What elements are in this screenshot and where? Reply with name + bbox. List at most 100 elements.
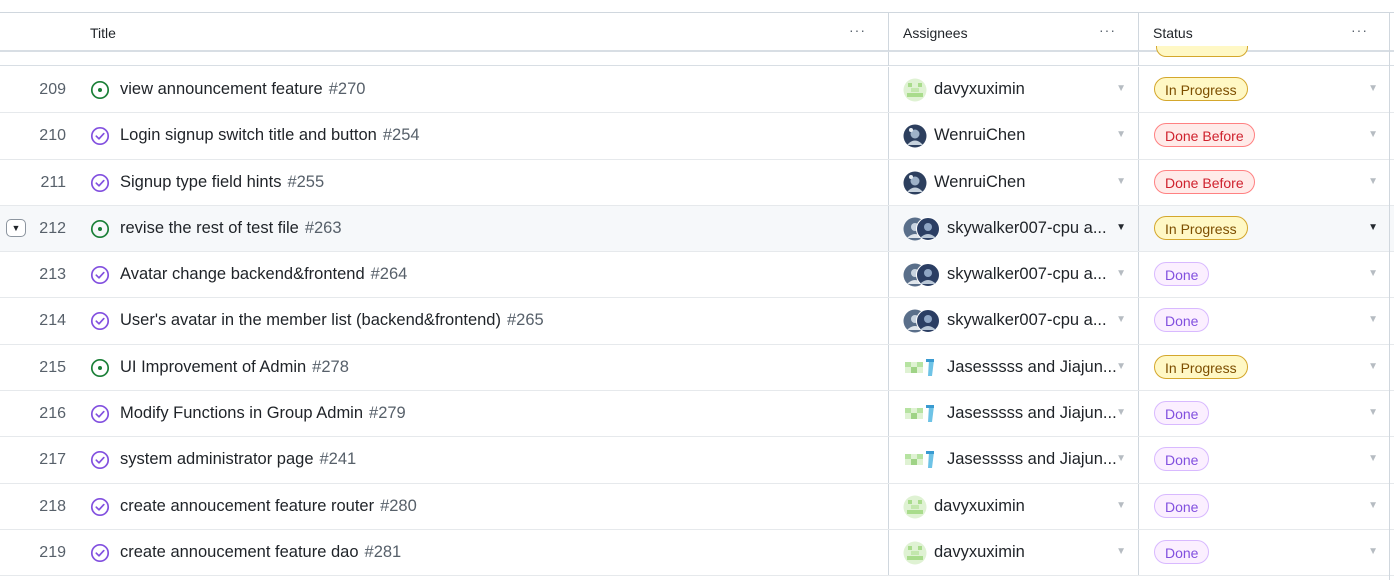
chevron-down-icon[interactable]: ▼: [1368, 546, 1378, 557]
assignees-cell[interactable]: skywalker007-cpu a... ▼: [888, 298, 1138, 344]
status-cell[interactable]: Done ▼: [1138, 391, 1390, 437]
column-menu-icon[interactable]: ···: [1099, 22, 1116, 38]
chevron-down-icon[interactable]: ▼: [1116, 407, 1126, 418]
column-header-title[interactable]: Title ···: [76, 13, 888, 51]
column-menu-icon[interactable]: ···: [849, 22, 866, 38]
row-expand-icon[interactable]: ▼: [6, 218, 26, 237]
assignees-cell[interactable]: davyxuximin ▼: [888, 529, 1138, 576]
chevron-down-icon[interactable]: ▼: [1116, 83, 1126, 94]
column-menu-icon[interactable]: ···: [1351, 22, 1368, 38]
issue-title-link[interactable]: User's avatar in the member list (backen…: [120, 311, 501, 329]
chevron-down-icon[interactable]: ▼: [1116, 222, 1126, 233]
title-cell[interactable]: User's avatar in the member list (backen…: [76, 298, 888, 343]
issue-number[interactable]: #278: [312, 358, 349, 376]
status-cell[interactable]: Done ▼: [1138, 483, 1390, 529]
chevron-down-icon[interactable]: ▼: [1368, 176, 1378, 187]
title-cell[interactable]: UI Improvement of Admin #278: [76, 345, 888, 390]
status-cell[interactable]: Done Before ▼: [1138, 113, 1390, 159]
title-cell[interactable]: revise the rest of test file #263: [76, 206, 888, 251]
table-row[interactable]: 217 system administrator page #241 Jasessss…: [0, 437, 1394, 484]
issue-number[interactable]: #270: [329, 80, 366, 98]
chevron-down-icon[interactable]: ▼: [1368, 453, 1378, 464]
title-cell[interactable]: create annoucement feature router #280: [76, 484, 888, 529]
title-cell[interactable]: Avatar change backend&frontend #264: [76, 252, 888, 297]
status-cell[interactable]: In Progress ▼: [1138, 344, 1390, 391]
chevron-down-icon[interactable]: ▼: [1116, 314, 1126, 325]
issue-number[interactable]: #280: [380, 497, 417, 515]
status-cell[interactable]: Done ▼: [1138, 529, 1390, 576]
table-row[interactable]: 213 Avatar change backend&frontend #264 sky…: [0, 252, 1394, 299]
table-row[interactable]: 214 User's avatar in the member list (bac…: [0, 298, 1394, 345]
assignees-cell[interactable]: Jasesssss and Jiajun... ▼: [888, 344, 1138, 391]
row-number-cell: 219: [0, 530, 76, 575]
issue-number[interactable]: #265: [507, 311, 544, 329]
issue-number[interactable]: #264: [371, 265, 408, 283]
issue-number[interactable]: #254: [383, 126, 420, 144]
chevron-down-icon[interactable]: ▼: [1116, 268, 1126, 279]
issue-number[interactable]: #279: [369, 404, 406, 422]
chevron-down-icon[interactable]: ▼: [1116, 500, 1126, 511]
issue-number[interactable]: #263: [305, 219, 342, 237]
assignees-cell[interactable]: Jasesssss and Jiajun... ▼: [888, 391, 1138, 437]
status-cell[interactable]: Done Before ▼: [1138, 159, 1390, 205]
table-row[interactable]: 215 UI Improvement of Admin #278 Jasesssss …: [0, 344, 1394, 392]
status-cell[interactable]: Done ▼: [1138, 252, 1390, 298]
assignees-cell[interactable]: skywalker007-cpu a... ▼: [888, 205, 1138, 252]
issue-number[interactable]: #241: [320, 450, 357, 468]
chevron-down-icon[interactable]: ▼: [1368, 500, 1378, 511]
issue-title-link[interactable]: Login signup switch title and button: [120, 126, 377, 144]
issue-title-link[interactable]: create annoucement feature router: [120, 497, 374, 515]
chevron-down-icon[interactable]: ▼: [1368, 407, 1378, 418]
table-row[interactable]: 211 Signup type field hints #255 WenruiChen…: [0, 159, 1394, 206]
issue-title-link[interactable]: view announcement feature: [120, 80, 323, 98]
chevron-down-icon[interactable]: ▼: [1116, 176, 1126, 187]
chevron-down-icon[interactable]: ▼: [1116, 361, 1126, 372]
status-cell[interactable]: In Progress ▼: [1138, 205, 1390, 252]
title-cell[interactable]: Modify Functions in Group Admin #279: [76, 391, 888, 436]
status-cell[interactable]: In Progress ▼: [1138, 67, 1390, 113]
assignees-cell[interactable]: davyxuximin ▼: [888, 67, 1138, 113]
chevron-down-icon[interactable]: ▼: [1368, 314, 1378, 325]
chevron-down-icon[interactable]: ▼: [1368, 222, 1378, 233]
issue-title-link[interactable]: UI Improvement of Admin: [120, 358, 306, 376]
row-number: 217: [39, 451, 66, 469]
assignees-cell[interactable]: davyxuximin ▼: [888, 483, 1138, 529]
status-cell[interactable]: Done ▼: [1138, 298, 1390, 344]
chevron-down-icon[interactable]: ▼: [1368, 361, 1378, 372]
table-row[interactable]: ▼ 212 revise the rest of test file #263 skyw…: [0, 205, 1394, 253]
assignee-name: WenruiChen: [934, 126, 1026, 145]
table-row[interactable]: 216 Modify Functions in Group Admin #279 Ja…: [0, 391, 1394, 438]
chevron-down-icon[interactable]: ▼: [1368, 129, 1378, 140]
title-cell[interactable]: system administrator page #241: [76, 437, 888, 482]
assignee-name: davyxuximin: [934, 80, 1025, 98]
row-number-cell: 209: [0, 67, 76, 112]
issue-number[interactable]: #255: [287, 173, 324, 191]
issue-title-link[interactable]: revise the rest of test file: [120, 219, 299, 237]
chevron-down-icon[interactable]: ▼: [1116, 129, 1126, 140]
title-cell[interactable]: Signup type field hints #255: [76, 160, 888, 205]
status-cell[interactable]: Done ▼: [1138, 437, 1390, 483]
issue-title-link[interactable]: Avatar change backend&frontend: [120, 265, 365, 283]
issue-title-link[interactable]: system administrator page: [120, 450, 314, 468]
chevron-down-icon[interactable]: ▼: [1368, 268, 1378, 279]
assignees-cell[interactable]: WenruiChen ▼: [888, 159, 1138, 205]
title-cell[interactable]: Login signup switch title and button #254: [76, 113, 888, 158]
table-row[interactable]: 219 create annoucement feature dao #281 dav…: [0, 529, 1394, 577]
assignees-cell[interactable]: WenruiChen ▼: [888, 113, 1138, 159]
issue-title-link[interactable]: Modify Functions in Group Admin: [120, 404, 363, 422]
table-body: 209 view announcement feature #270 davyxuxi…: [0, 67, 1394, 577]
assignees-cell[interactable]: Jasesssss and Jiajun... ▼: [888, 437, 1138, 483]
table-row[interactable]: 209 view announcement feature #270 davyxuxi…: [0, 67, 1394, 114]
assignees-cell[interactable]: skywalker007-cpu a... ▼: [888, 252, 1138, 298]
table-row[interactable]: 218 create annoucement feature router #280…: [0, 483, 1394, 530]
issue-title-link[interactable]: Signup type field hints: [120, 173, 281, 191]
column-header-assignees[interactable]: Assignees ···: [888, 13, 1138, 51]
chevron-down-icon[interactable]: ▼: [1368, 83, 1378, 94]
title-cell[interactable]: view announcement feature #270: [76, 67, 888, 112]
issue-title-link[interactable]: create annoucement feature dao: [120, 543, 359, 561]
title-cell[interactable]: create annoucement feature dao #281: [76, 530, 888, 575]
chevron-down-icon[interactable]: ▼: [1116, 453, 1126, 464]
chevron-down-icon[interactable]: ▼: [1116, 546, 1126, 557]
table-row[interactable]: 210 Login signup switch title and button #…: [0, 113, 1394, 160]
issue-number[interactable]: #281: [365, 543, 402, 561]
